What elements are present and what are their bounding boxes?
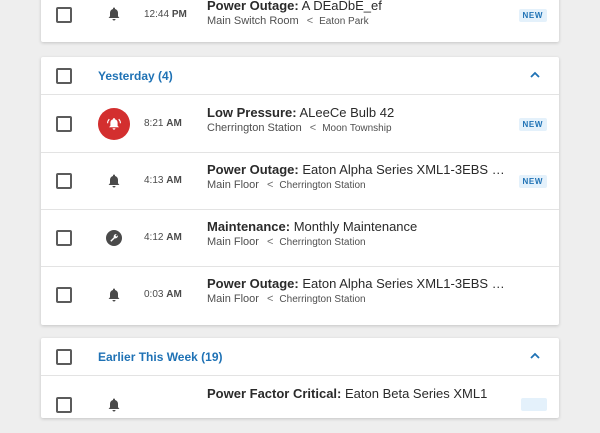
alarm-row[interactable]: 8:21 AM Low Pressure: ALeeCe Bulb 42 Che… bbox=[41, 95, 559, 152]
alarm-location: Main Floor < Cherrington Station bbox=[207, 236, 366, 248]
alarm-card-today: 12:44 PM Power Outage: A DEaDbE_ef Main … bbox=[41, 0, 559, 42]
alarm-title: Power Outage: Eaton Alpha Series XML1-3E… bbox=[207, 162, 507, 177]
bell-icon bbox=[98, 389, 130, 421]
group-title: Earlier This Week (19) bbox=[98, 349, 223, 364]
group-checkbox[interactable] bbox=[56, 349, 72, 365]
alarm-location: Main Floor < Cherrington Station bbox=[207, 293, 366, 305]
alarm-group-yesterday: Yesterday (4) 8:21 AM Low Pressure: ALee… bbox=[41, 57, 559, 325]
group-header-yesterday[interactable]: Yesterday (4) bbox=[41, 57, 559, 95]
group-checkbox[interactable] bbox=[56, 68, 72, 84]
bell-icon bbox=[98, 279, 130, 311]
bell-icon bbox=[98, 0, 130, 30]
alarm-row[interactable]: 4:13 AM Power Outage: Eaton Alpha Series… bbox=[41, 152, 559, 209]
row-checkbox[interactable] bbox=[56, 397, 72, 413]
alarm-location: Cherrington Station < Moon Township bbox=[207, 122, 392, 134]
alarm-bell-icon bbox=[98, 108, 130, 140]
group-header-earlier-this-week[interactable]: Earlier This Week (19) bbox=[41, 338, 559, 376]
row-checkbox[interactable] bbox=[56, 116, 72, 132]
row-checkbox[interactable] bbox=[56, 7, 72, 23]
group-title: Yesterday (4) bbox=[98, 68, 173, 83]
wrench-icon bbox=[98, 222, 130, 254]
alarm-row[interactable]: 12:44 PM Power Outage: A DEaDbE_ef Main … bbox=[41, 0, 559, 42]
alarm-title: Power Factor Critical: Eaton Beta Series… bbox=[207, 386, 488, 401]
row-checkbox[interactable] bbox=[56, 287, 72, 303]
alarm-row[interactable]: 4:12 AM Maintenance: Monthly Maintenance… bbox=[41, 209, 559, 266]
row-checkbox[interactable] bbox=[56, 230, 72, 246]
alarm-row[interactable]: Power Factor Critical: Eaton Beta Series… bbox=[41, 376, 559, 433]
alarm-location: Main Switch Room < Eaton Park bbox=[207, 15, 369, 27]
alarm-group-earlier-this-week: Earlier This Week (19) Power Factor Crit… bbox=[41, 338, 559, 418]
alarm-title: Maintenance: Monthly Maintenance bbox=[207, 219, 418, 234]
chevron-up-icon[interactable] bbox=[529, 350, 541, 362]
alarm-title: Power Outage: A DEaDbE_ef bbox=[207, 0, 382, 13]
chevron-up-icon[interactable] bbox=[529, 69, 541, 81]
new-badge: NEW bbox=[518, 9, 547, 22]
bell-icon bbox=[98, 165, 130, 197]
new-badge: NEW bbox=[518, 175, 547, 188]
alarm-title: Power Outage: Eaton Alpha Series XML1-3E… bbox=[207, 276, 507, 291]
row-checkbox[interactable] bbox=[56, 173, 72, 189]
alarm-row[interactable]: 0:03 AM Power Outage: Eaton Alpha Series… bbox=[41, 266, 559, 323]
alarm-title: Low Pressure: ALeeCe Bulb 42 bbox=[207, 105, 395, 120]
alarm-location: Main Floor < Cherrington Station bbox=[207, 179, 366, 191]
new-badge: NEW bbox=[518, 118, 547, 131]
